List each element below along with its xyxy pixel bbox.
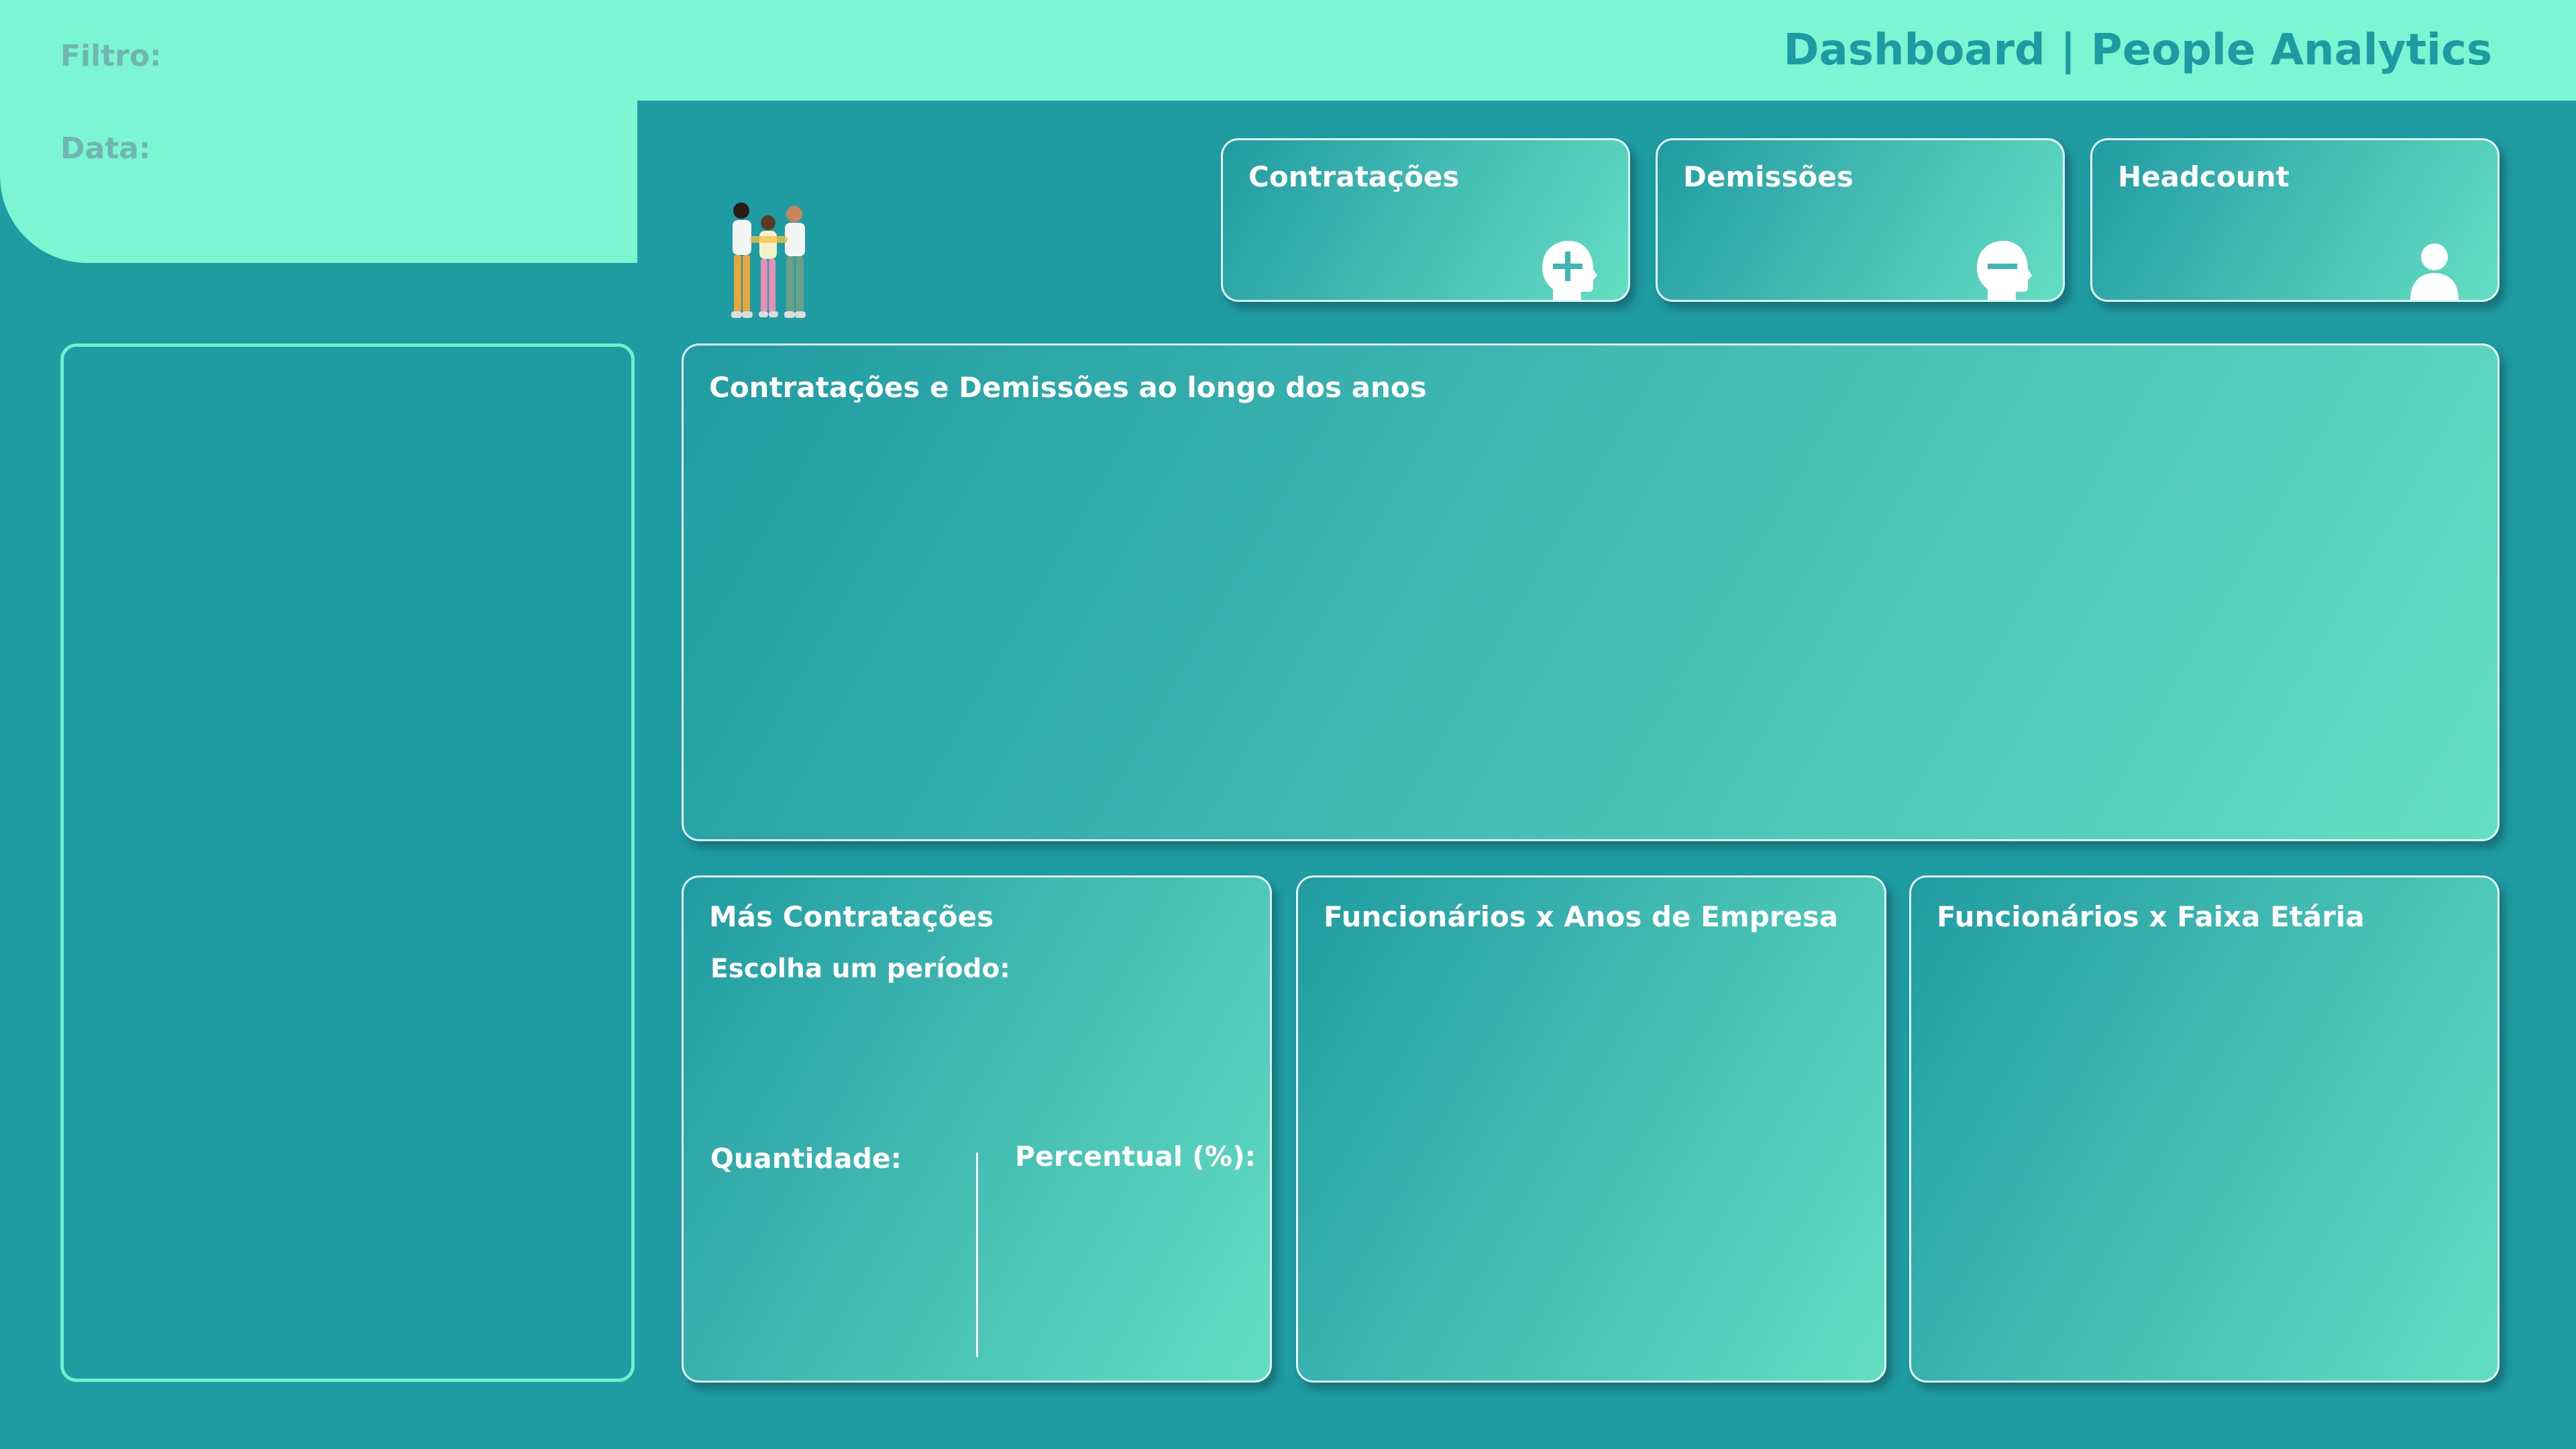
hires-terminations-chart-card[interactable]: Contratações e Demissões ao longo dos an…	[682, 343, 2500, 841]
page-title: Dashboard | People Analytics	[1783, 25, 2492, 75]
percent-label: Percentual (%):	[1015, 1140, 1256, 1173]
person-icon	[2410, 244, 2459, 300]
tenure-chart-card[interactable]: Funcionários x Anos de Empresa	[1296, 875, 1886, 1383]
period-label: Escolha um período:	[710, 954, 1010, 984]
age-chart-card[interactable]: Funcionários x Faixa Etária	[1909, 875, 2500, 1383]
age-chart-title: Funcionários x Faixa Etária	[1937, 900, 2365, 933]
kpi-label-headcount: Headcount	[2118, 160, 2290, 193]
bad-hires-title: Más Contratações	[709, 900, 994, 933]
kpi-label-hires: Contratações	[1248, 160, 1460, 193]
head-minus-icon	[1977, 241, 2032, 300]
head-plus-icon	[1542, 241, 1597, 300]
divider	[976, 1152, 978, 1357]
kpi-card-hires[interactable]: Contratações	[1221, 138, 1630, 302]
kpi-card-headcount[interactable]: Headcount	[2090, 138, 2500, 302]
bad-hires-card[interactable]: Más Contratações Escolha um período: Qua…	[682, 875, 1272, 1383]
date-label: Data:	[60, 131, 151, 166]
dashboard-canvas: Filtro: Data: Dashboard | People Analyti…	[0, 0, 2576, 1449]
tenure-chart-title: Funcionários x Anos de Empresa	[1324, 900, 1839, 933]
kpi-card-terminations[interactable]: Demissões	[1656, 138, 2065, 302]
kpi-label-terminations: Demissões	[1683, 160, 1854, 193]
slicer-container[interactable]	[60, 343, 635, 1382]
quantity-label: Quantidade:	[710, 1142, 902, 1175]
filter-panel: Filtro: Data:	[0, 0, 637, 263]
people-illustration	[731, 203, 806, 318]
hires-terminations-chart-title: Contratações e Demissões ao longo dos an…	[709, 371, 1427, 404]
filter-label: Filtro:	[60, 39, 162, 73]
